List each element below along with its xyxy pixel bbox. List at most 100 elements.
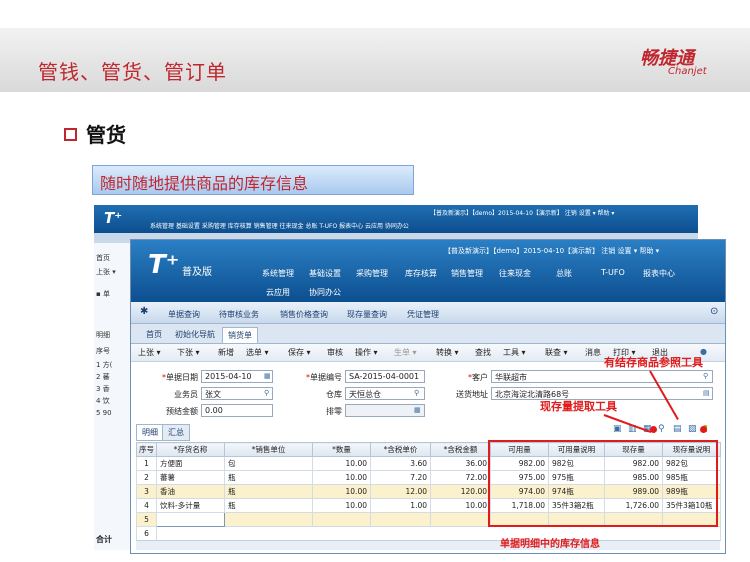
grid-cell[interactable]: 10.00	[312, 470, 371, 485]
grid-cell[interactable]: 10.00	[312, 484, 371, 499]
stock-fetch-icon[interactable]: ▤	[673, 424, 682, 434]
menu-item[interactable]: 采购管理	[356, 268, 388, 279]
salesman-field[interactable]: 张文	[201, 387, 273, 400]
grid-cell[interactable]: 10.00	[430, 498, 491, 513]
grid-header[interactable]: 序号	[136, 442, 157, 457]
grid-cell[interactable]: 1.00	[370, 498, 431, 513]
grid-cell: 1	[136, 456, 157, 471]
search-icon[interactable]: ⚲	[264, 389, 269, 397]
nav-item[interactable]: 待审核业务	[219, 309, 259, 320]
grid-header[interactable]: *含税金额	[430, 442, 491, 457]
grid-cell[interactable]: 包	[224, 456, 313, 471]
date-field[interactable]: 2015-04-10	[201, 370, 273, 383]
nav-item[interactable]: 销售价格查询	[280, 309, 328, 320]
grid-cell[interactable]: 饮料-多计量	[156, 498, 225, 513]
tb-save-button[interactable]: 保存 ▾	[288, 347, 311, 358]
presettle-label: 预结金额	[166, 407, 198, 416]
search-icon[interactable]: ⚲	[703, 372, 708, 380]
tb-convert-button[interactable]: 转换 ▾	[436, 347, 459, 358]
grid-cell[interactable]	[312, 512, 371, 527]
grid-cell[interactable]: 3.60	[370, 456, 431, 471]
menu-item[interactable]: 总账	[556, 268, 572, 279]
presettle-field[interactable]: 0.00	[201, 404, 273, 417]
grid-cell[interactable]: 72.00	[430, 470, 491, 485]
customer-field[interactable]: 华联超市	[491, 370, 713, 383]
copy-icon[interactable]: ▣	[613, 424, 622, 434]
grid-header[interactable]: *存货名称	[156, 442, 225, 457]
edit-icon[interactable]: ▤	[703, 389, 710, 397]
tb-select-button[interactable]: 选单 ▾	[246, 347, 269, 358]
grid-cell[interactable]: 10.00	[312, 456, 371, 471]
address-label: 送货地址	[456, 390, 488, 399]
grid-cell[interactable]: 36.00	[430, 456, 491, 471]
grid-cell[interactable]: 瓶	[224, 470, 313, 485]
tb-gen-button[interactable]: 生单 ▾	[394, 347, 417, 358]
grid-cell[interactable]	[370, 512, 431, 527]
grid-cell[interactable]	[224, 512, 313, 527]
customer-label: *客户	[468, 373, 488, 382]
grid-cell[interactable]: 瓶	[224, 484, 313, 499]
menu-item[interactable]: T-UFO	[601, 268, 625, 277]
grid-header[interactable]: *销售单位	[224, 442, 313, 457]
menu-item[interactable]: 协同办公	[309, 287, 341, 298]
horizontal-scrollbar[interactable]	[136, 540, 720, 550]
menu-item[interactable]: 销售管理	[451, 268, 483, 279]
tb-prev-button[interactable]: 上张 ▾	[138, 347, 161, 358]
tb-operate-button[interactable]: 操作 ▾	[355, 347, 378, 358]
menu-item[interactable]: 往来现金	[499, 268, 531, 279]
back-left-item: 上张 ▾	[96, 268, 116, 276]
gear-icon[interactable]: ✱	[140, 306, 148, 317]
queue-field[interactable]	[345, 404, 425, 417]
bullet-square-icon	[64, 128, 77, 141]
back-app-logo: T⁺	[104, 209, 123, 227]
tab-detail[interactable]: 明细	[136, 424, 164, 441]
new-row-input[interactable]	[156, 512, 225, 527]
status-bar-text[interactable]: 【普及新演示】【demo】2015-04-10【演示新】 注销 设置 ▾ 帮助 …	[444, 246, 659, 256]
calendar-icon[interactable]: ▦	[264, 372, 271, 380]
tb-tools-button[interactable]: 工具 ▾	[503, 347, 526, 358]
grid-cell[interactable]: 10.00	[312, 498, 371, 513]
grid-cell[interactable]: 香油	[156, 484, 225, 499]
marker-stock-fetch	[650, 426, 657, 433]
tb-next-button[interactable]: 下张 ▾	[177, 347, 200, 358]
nav-item[interactable]: 单据查询	[168, 309, 200, 320]
tb-audit-button[interactable]: 审核	[327, 347, 343, 358]
grid-cell[interactable]: 12.00	[370, 484, 431, 499]
menu-item[interactable]: 报表中心	[643, 268, 675, 279]
grid-header[interactable]: *含税单价	[370, 442, 431, 457]
menu-item[interactable]: 基础设置	[309, 268, 341, 279]
tab-summary[interactable]: 汇总	[162, 424, 190, 441]
collapse-icon[interactable]: ⊙	[710, 306, 718, 317]
nav-item[interactable]: 现存量查询	[347, 309, 387, 320]
stock-info-highlight	[488, 440, 718, 527]
grid-header[interactable]: *数量	[312, 442, 371, 457]
tb-find-button[interactable]: 查找	[475, 347, 491, 358]
menu-item[interactable]: 云应用	[266, 287, 290, 298]
tab-home[interactable]: 首页	[141, 327, 167, 343]
grid-cell: 6	[136, 526, 157, 541]
warehouse-field[interactable]: 天恒总仓	[345, 387, 425, 400]
grid-cell[interactable]: 蕃薯	[156, 470, 225, 485]
config-icon[interactable]: ▧	[688, 424, 697, 434]
tab-sales-order[interactable]: 销货单	[222, 327, 258, 343]
code-field[interactable]: SA-2015-04-0001	[345, 370, 425, 383]
queue-label: 排零	[326, 407, 342, 416]
tab-init-nav[interactable]: 初始化导航	[170, 327, 220, 343]
grid-cell[interactable]: 7.20	[370, 470, 431, 485]
tb-message-button[interactable]: 消息	[585, 347, 601, 358]
menu-item[interactable]: 库存核算	[405, 268, 437, 279]
warehouse-label: 仓库	[326, 390, 342, 399]
tb-new-button[interactable]: 新增	[218, 347, 234, 358]
calculator-icon[interactable]: ▦	[414, 406, 421, 414]
menu-item[interactable]: 系统管理	[262, 268, 294, 279]
grid-cell[interactable]	[430, 512, 491, 527]
grid-cell	[156, 526, 721, 541]
grid-cell[interactable]: 方便面	[156, 456, 225, 471]
grid-cell[interactable]: 瓶	[224, 498, 313, 513]
search-icon[interactable]: ⚲	[414, 389, 419, 397]
tb-query-button[interactable]: 联查 ▾	[545, 347, 568, 358]
nav-item[interactable]: 凭证管理	[407, 309, 439, 320]
back-left-item: 首页	[96, 254, 110, 262]
search-stock-icon[interactable]: ⚲	[658, 424, 665, 434]
grid-cell[interactable]: 120.00	[430, 484, 491, 499]
